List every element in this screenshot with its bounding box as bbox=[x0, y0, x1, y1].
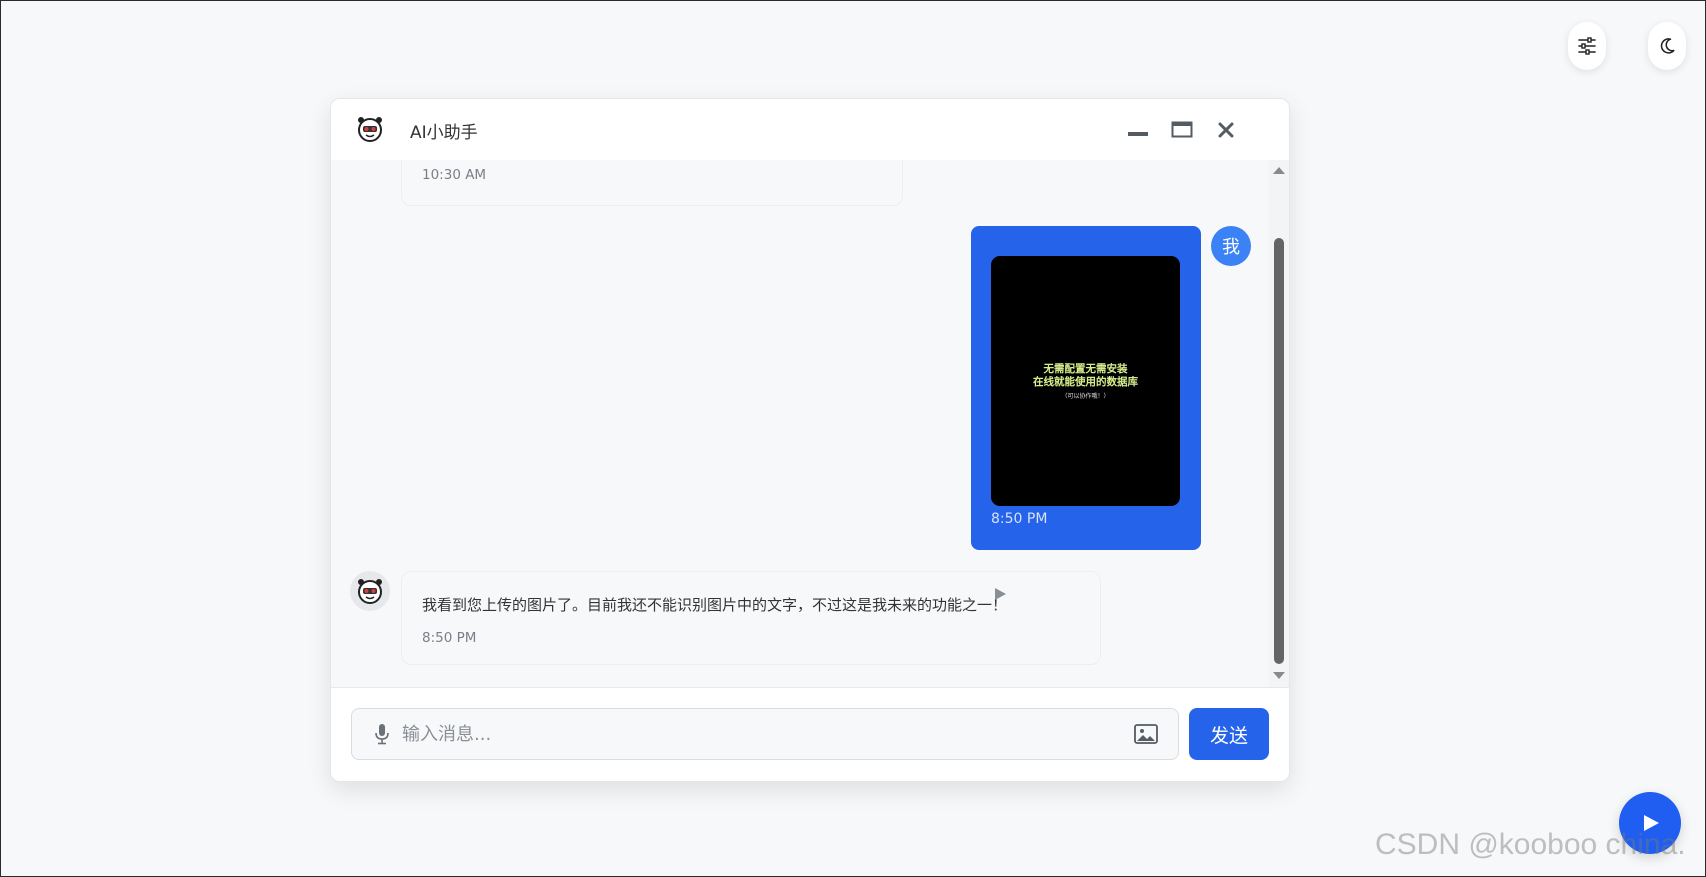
robot-icon bbox=[358, 579, 382, 604]
message-assistant: 我看到您上传的图片了。目前我还不能识别图片中的文字，不过这是我未来的功能之一！ … bbox=[401, 571, 1101, 665]
moon-icon bbox=[1660, 38, 1675, 54]
message-assistant: 10:30 AM bbox=[401, 160, 903, 206]
robot-icon bbox=[358, 117, 382, 142]
minimize-icon bbox=[1128, 132, 1148, 136]
message-input[interactable] bbox=[400, 717, 1104, 751]
settings-button[interactable] bbox=[1568, 22, 1606, 70]
watermark: CSDN @kooboo china. bbox=[1375, 828, 1686, 861]
input-area: 发送 bbox=[331, 687, 1289, 781]
message-list: 10:30 AM 无需配置无需安装 在线就能使用的数据库 （可以协作哦！） 8:… bbox=[331, 160, 1269, 687]
maximize-button[interactable] bbox=[1169, 117, 1195, 143]
chat-title: AI小助手 bbox=[410, 123, 478, 143]
microphone-icon[interactable] bbox=[372, 723, 392, 745]
scrollbar[interactable] bbox=[1269, 160, 1289, 687]
image-text-line: （可以协作哦！） bbox=[1061, 393, 1110, 400]
message-text: 我看到您上传的图片了。目前我还不能识别图片中的文字，不过这是我未来的功能之一！ bbox=[422, 596, 1008, 614]
scroll-thumb[interactable] bbox=[1274, 238, 1284, 664]
play-icon[interactable] bbox=[992, 586, 1008, 602]
minimize-button[interactable] bbox=[1125, 117, 1151, 143]
image-upload-icon[interactable] bbox=[1134, 723, 1158, 745]
message-time: 8:50 PM bbox=[991, 511, 1048, 527]
maximize-icon bbox=[1171, 121, 1193, 138]
assistant-avatar bbox=[350, 571, 390, 611]
image-text-line: 在线就能使用的数据库 bbox=[1033, 376, 1138, 388]
chat-window: AI小助手 10:30 AM 无需配置无需安装 在线就能使用的数据库 （可以协作… bbox=[330, 98, 1290, 782]
scroll-up-icon[interactable] bbox=[1273, 166, 1285, 174]
message-user: 无需配置无需安装 在线就能使用的数据库 （可以协作哦！） 8:50 PM bbox=[971, 226, 1201, 550]
dark-mode-button[interactable] bbox=[1648, 22, 1686, 70]
close-icon bbox=[1218, 122, 1234, 138]
scroll-down-icon[interactable] bbox=[1273, 672, 1285, 680]
user-avatar: 我 bbox=[1211, 226, 1251, 266]
message-time: 8:50 PM bbox=[422, 630, 477, 646]
message-input-box bbox=[351, 708, 1179, 760]
uploaded-image[interactable]: 无需配置无需安装 在线就能使用的数据库 （可以协作哦！） bbox=[991, 256, 1180, 506]
chat-header: AI小助手 bbox=[331, 99, 1289, 161]
message-time: 10:30 AM bbox=[422, 167, 487, 183]
close-button[interactable] bbox=[1213, 117, 1239, 143]
send-button[interactable]: 发送 bbox=[1189, 708, 1269, 760]
sliders-icon bbox=[1578, 37, 1596, 55]
